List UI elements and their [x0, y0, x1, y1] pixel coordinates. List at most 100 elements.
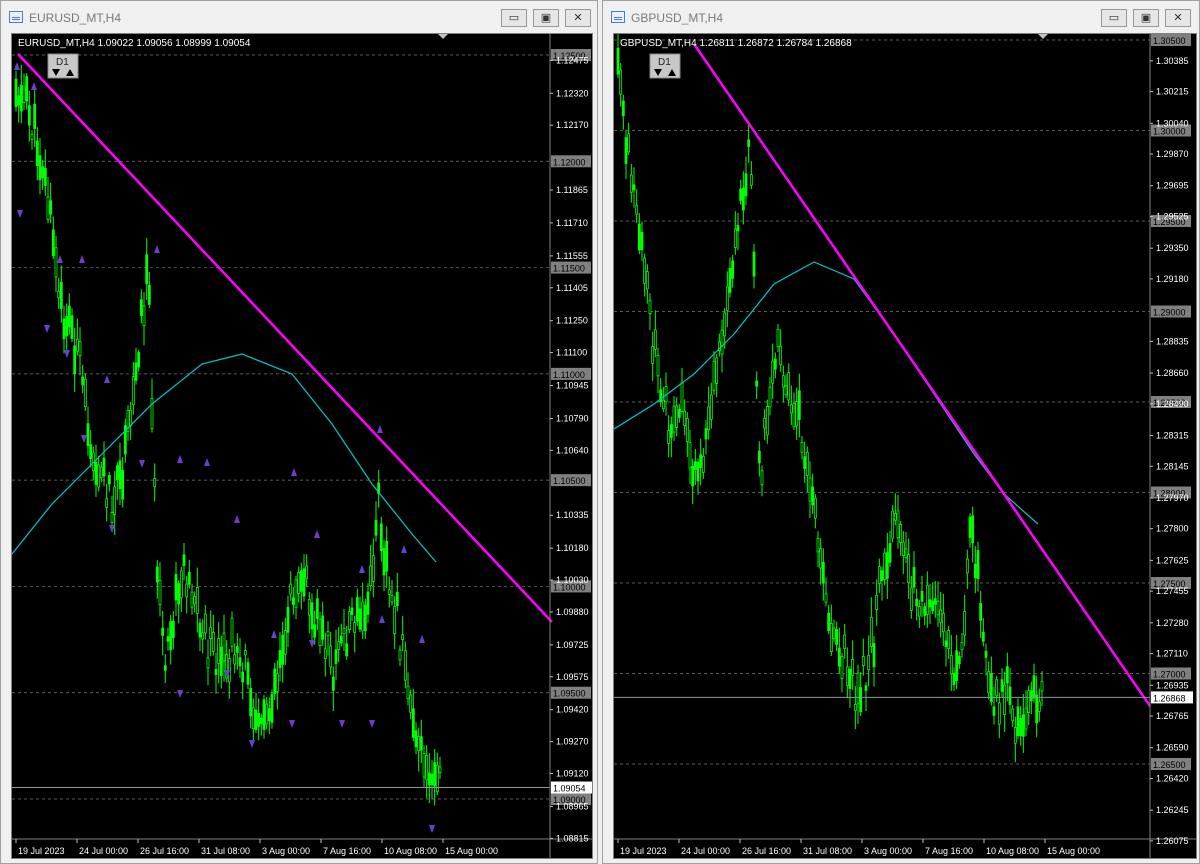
fractal-marker: [139, 460, 145, 468]
restore-button[interactable]: ▣: [1133, 9, 1159, 27]
title-bar[interactable]: GBPUSD_MT,H4 ▭ ▣ ✕: [603, 1, 1199, 33]
price-tick-label: 1.10335: [556, 510, 589, 520]
chart-window-icon: [611, 11, 625, 23]
restore-icon: ▣: [1140, 11, 1152, 24]
price-tick-label: 1.26420: [1156, 773, 1189, 783]
close-button[interactable]: ✕: [565, 9, 591, 27]
close-icon: ✕: [1173, 11, 1183, 24]
fractal-marker: [14, 62, 20, 70]
restore-icon: ▣: [540, 11, 552, 24]
price-tick-label: 1.09420: [556, 705, 589, 715]
level-label: 1.11000: [553, 370, 585, 380]
price-tick-label: 1.10790: [556, 413, 589, 423]
price-tick-label: 1.09120: [556, 768, 589, 778]
price-tick-label: 1.30215: [1156, 87, 1189, 97]
price-tick-label: 1.09880: [556, 607, 589, 617]
time-tick-label: 15 Aug 00:00: [445, 846, 498, 856]
fractal-marker: [204, 458, 210, 466]
fractal-marker: [359, 565, 365, 573]
fractal-markers: [14, 62, 435, 833]
title-bar[interactable]: EURUSD_MT,H4 ▭ ▣ ✕: [1, 1, 597, 33]
price-tick-label: 1.27455: [1156, 586, 1189, 596]
price-tick-label: 1.27800: [1156, 524, 1189, 534]
time-tick-label: 26 Jul 16:00: [140, 846, 189, 856]
level-label: 1.12000: [553, 157, 586, 167]
timeframe-label: D1: [658, 57, 671, 68]
shift-marker-icon[interactable]: [438, 34, 448, 39]
price-scale: 1.125001.120001.115001.110001.105001.100…: [550, 49, 593, 843]
price-tick-label: 1.26765: [1156, 711, 1189, 721]
price-tick-label: 1.28490: [1156, 399, 1189, 409]
fractal-marker: [57, 255, 63, 263]
fractal-marker: [234, 515, 240, 523]
price-tick-label: 1.29870: [1156, 149, 1189, 159]
price-chart[interactable]: 1.305001.300001.295001.290001.285001.280…: [613, 32, 1196, 858]
price-tick-label: 1.11710: [556, 218, 588, 228]
time-tick-label: 3 Aug 00:00: [262, 846, 310, 856]
level-label: 1.11500: [553, 264, 585, 274]
price-tick-label: 1.26590: [1156, 743, 1189, 753]
price-tick-label: 1.10945: [556, 381, 589, 391]
level-label: 1.09500: [553, 689, 586, 699]
current-price-label: 1.09054: [553, 784, 586, 794]
price-tick-label: 1.11865: [556, 185, 588, 195]
time-scale: 19 Jul 2023 24 Jul 00:00 26 Jul 16:00 31 Ju…: [617, 839, 1100, 856]
fractal-marker: [271, 630, 277, 638]
price-tick-label: 1.12475: [556, 55, 589, 65]
timeframe-badge[interactable]: D1: [47, 53, 79, 79]
close-button[interactable]: ✕: [1165, 9, 1191, 27]
trendline[interactable]: [17, 53, 553, 623]
time-tick-label: 10 Aug 08:00: [384, 846, 437, 856]
fractal-marker: [314, 530, 320, 538]
price-tick-label: 1.26075: [1156, 836, 1189, 846]
time-tick-label: 10 Aug 08:00: [986, 846, 1039, 856]
minimize-button[interactable]: ▭: [1101, 9, 1127, 27]
chart-area[interactable]: 1.12500 1.12000 1.11500 1.11000 1.10500 1.100…: [11, 33, 593, 859]
price-tick-label: 1.29180: [1156, 274, 1189, 284]
price-tick-label: 1.27970: [1156, 493, 1189, 503]
price-tick-label: 1.29695: [1156, 181, 1189, 191]
timeframe-badge[interactable]: D1: [649, 53, 681, 79]
fractal-marker: [369, 720, 375, 728]
price-tick-label: 1.27625: [1156, 555, 1189, 565]
price-tick-label: 1.26935: [1156, 680, 1189, 690]
price-tick-label: 1.27110: [1156, 649, 1188, 659]
price-chart[interactable]: 1.125001.120001.115001.110001.105001.100…: [11, 34, 593, 858]
price-tick-label: 1.09575: [556, 672, 589, 682]
price-tick-label: 1.08965: [556, 801, 589, 811]
time-tick-label: 19 Jul 2023: [620, 846, 667, 856]
price-tick-label: 1.11100: [556, 348, 587, 358]
chart-window-icon: [9, 11, 23, 23]
time-tick-label: 7 Aug 16:00: [925, 846, 973, 856]
shift-marker-icon[interactable]: [1038, 34, 1048, 39]
time-tick-label: 15 Aug 00:00: [1047, 846, 1100, 856]
minimize-icon: ▭: [1108, 11, 1120, 24]
time-tick-label: 31 Jul 08:00: [201, 846, 250, 856]
window-title: GBPUSD_MT,H4: [631, 11, 724, 25]
fractal-marker: [154, 245, 160, 253]
time-tick-label: 24 Jul 00:00: [681, 846, 730, 856]
price-tick-label: 1.30385: [1156, 56, 1189, 66]
window-title: EURUSD_MT,H4: [29, 11, 122, 25]
price-tick-label: 1.10180: [556, 543, 589, 553]
restore-button[interactable]: ▣: [533, 9, 559, 27]
time-tick-label: 3 Aug 00:00: [864, 846, 912, 856]
fractal-marker: [79, 255, 85, 263]
fractal-marker: [104, 375, 110, 383]
time-tick-label: 24 Jul 00:00: [79, 846, 128, 856]
chart-window-gbpusd[interactable]: GBPUSD_MT,H4 ▭ ▣ ✕ 1.30500 1.30000 1.29500…: [602, 0, 1200, 864]
fractal-marker: [419, 635, 425, 643]
price-tick-label: 1.09725: [556, 640, 589, 650]
price-tick-label: 1.29525: [1156, 211, 1189, 221]
symbol-info-text: GBPUSD_MT,H4 1.26811 1.26872 1.26784 1.2…: [620, 38, 852, 49]
fractal-marker: [377, 425, 383, 433]
grid-levels: [614, 39, 1150, 765]
fractal-marker: [379, 615, 385, 623]
chart-window-eurusd[interactable]: EURUSD_MT,H4 ▭ ▣ ✕ 1.12500 1.12000 1.11500…: [0, 0, 598, 864]
fractal-marker: [44, 325, 50, 333]
time-tick-label: 7 Aug 16:00: [323, 846, 371, 856]
fractal-marker: [177, 690, 183, 698]
chart-area[interactable]: 1.30500 1.30000 1.29500 1.29000 1.28500 1.280…: [613, 32, 1197, 859]
current-price-label: 1.26868: [1153, 693, 1186, 703]
minimize-button[interactable]: ▭: [501, 9, 527, 27]
